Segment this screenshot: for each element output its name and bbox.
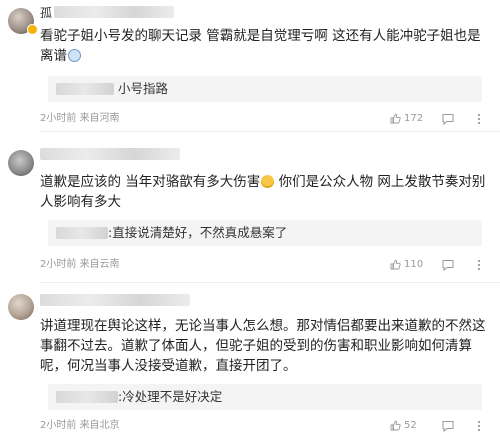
- like-count: 172: [404, 113, 424, 124]
- divider: [40, 282, 500, 283]
- comment-time: 2小时前: [40, 259, 77, 270]
- like-button[interactable]: 110: [390, 258, 430, 272]
- more-icon[interactable]: [472, 258, 486, 272]
- like-count: 110: [404, 259, 424, 270]
- like-count: 52: [404, 420, 417, 431]
- divider: [40, 131, 500, 132]
- comment-meta: 2小时前 来自北京: [40, 419, 120, 433]
- username[interactable]: 孤: [40, 6, 52, 20]
- username-blur: [40, 148, 180, 160]
- comment-time: 2小时前: [40, 113, 77, 124]
- comment-meta: 2小时前 来自云南: [40, 258, 120, 272]
- like-button[interactable]: 172: [390, 112, 430, 126]
- comment-text: 讲道理现在舆论这样，无论当事人怎么想。那对情侣都要出来道歉的不然这事翻不过去。道…: [40, 318, 486, 374]
- reply-username-blur: [56, 83, 114, 95]
- comment-location: 来自北京: [79, 420, 120, 431]
- blue-face-emoji-icon: [68, 49, 81, 62]
- comment-location: 来自河南: [79, 113, 120, 124]
- comment-meta: 2小时前 来自河南: [40, 112, 120, 126]
- thumbs-up-icon: [390, 259, 401, 270]
- comment-body: 道歉是应该的 当年对骆歆有多大伤害: [40, 174, 261, 190]
- reply-text: 小号指路: [118, 81, 169, 96]
- comment-location: 来自云南: [79, 259, 120, 270]
- reply-icon[interactable]: [441, 258, 455, 272]
- more-icon[interactable]: [472, 419, 486, 433]
- username-blur: [40, 294, 190, 306]
- thumbs-up-icon: [390, 113, 401, 124]
- reply-username-blur: [56, 391, 118, 403]
- reply-preview[interactable]: :冷处理不是好决定: [48, 384, 482, 410]
- comment-text: 道歉是应该的 当年对骆歆有多大伤害 你们是公众人物 网上发散节奏对别人影响有多大: [40, 172, 492, 212]
- comment-item: 道歉是应该的 当年对骆歆有多大伤害 你们是公众人物 网上发散节奏对别人影响有多大…: [0, 140, 500, 288]
- username-blur: [54, 6, 174, 18]
- more-icon[interactable]: [472, 112, 486, 126]
- reply-icon[interactable]: [441, 112, 455, 126]
- comment-text: 看驼子姐小号发的聊天记录 管霸就是自觉理亏啊 这还有人能冲驼子姐也是离谱: [40, 26, 492, 66]
- vip-badge-icon: [27, 24, 38, 35]
- reply-preview[interactable]: 小号指路: [48, 76, 482, 102]
- reply-preview[interactable]: :直接说清楚好，不然真成悬案了: [48, 220, 482, 246]
- reply-username-blur: [56, 227, 108, 239]
- avatar[interactable]: [8, 150, 34, 176]
- comment-body: 看驼子姐小号发的聊天记录 管霸就是自觉理亏啊 这还有人能冲驼子姐也是离谱: [40, 28, 481, 64]
- thumbs-up-icon: [390, 420, 401, 431]
- like-button[interactable]: 52: [390, 419, 430, 433]
- reply-icon[interactable]: [441, 419, 455, 433]
- reply-text: :冷处理不是好决定: [118, 389, 223, 404]
- smile-emoji-icon: [261, 175, 275, 188]
- avatar[interactable]: [8, 294, 34, 320]
- comment-item: 讲道理现在舆论这样，无论当事人怎么想。那对情侣都要出来道歉的不然这事翻不过去。道…: [0, 288, 500, 440]
- username-visible-text: 孤: [40, 6, 53, 20]
- comment-time: 2小时前: [40, 420, 77, 431]
- reply-text: :直接说清楚好，不然真成悬案了: [108, 225, 288, 240]
- comment-item: 孤 看驼子姐小号发的聊天记录 管霸就是自觉理亏啊 这还有人能冲驼子姐也是离谱 小…: [0, 0, 500, 132]
